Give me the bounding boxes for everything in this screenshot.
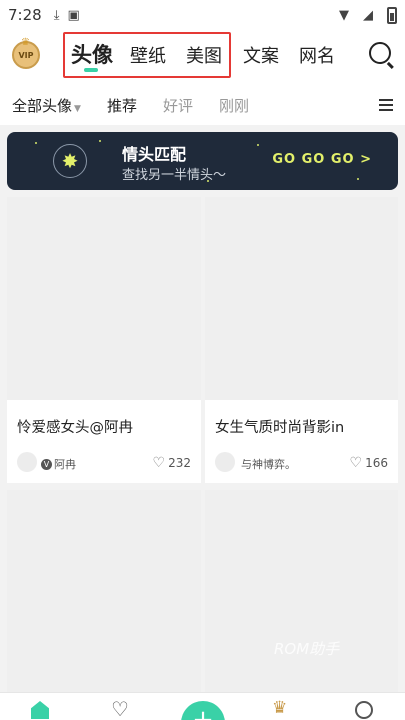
- banner-cta: GO GO GO >: [272, 152, 372, 167]
- highlight-box: [63, 32, 231, 78]
- caret-down-icon: ▼: [74, 103, 81, 114]
- filter-all-avatars-label: 全部头像: [12, 96, 73, 115]
- battery-icon: [387, 6, 397, 24]
- card-author[interactable]: V 阿冉: [41, 456, 76, 472]
- heart-icon: ♡: [349, 455, 363, 471]
- like-count-value: 166: [365, 456, 388, 470]
- filter-latest[interactable]: 刚刚: [219, 95, 249, 116]
- verified-icon: V: [41, 458, 52, 470]
- vip-label: VIP: [18, 50, 34, 60]
- top-nav: ♛ VIP 头像 壁纸 美图 文案 网名: [0, 30, 405, 85]
- tab-nickname[interactable]: 网名: [299, 42, 335, 68]
- filter-bar: 全部头像 ▼ 推荐 好评 刚刚: [0, 85, 405, 125]
- tab-copywriting[interactable]: 文案: [243, 42, 279, 68]
- avatar-card[interactable]: [7, 490, 201, 692]
- watermark: ROM助手: [274, 640, 340, 658]
- avatar-card[interactable]: 女生气质时尚背影in 与神博弈。 ♡ 166: [205, 197, 398, 483]
- menu-icon[interactable]: [379, 99, 393, 111]
- couple-avatar-banner[interactable]: ✸ 情头匹配 查找另一半情头～ GO GO GO >: [7, 132, 398, 190]
- profile-icon[interactable]: [355, 701, 373, 719]
- card-title: 怜爱感女头@阿冉: [17, 420, 133, 436]
- card-title: 女生气质时尚背影in: [215, 420, 345, 436]
- bottom-nav: ♡ + ♛: [0, 692, 405, 720]
- crown-nav-icon[interactable]: ♛: [272, 698, 287, 718]
- status-time: 7:28: [8, 6, 42, 24]
- filter-all-avatars[interactable]: 全部头像 ▼: [12, 95, 81, 116]
- vip-avatar-button[interactable]: ♛ VIP: [12, 37, 40, 69]
- star-badge-icon: ✸: [53, 144, 87, 178]
- author-avatar: [17, 452, 37, 472]
- card-author-name: 阿冉: [54, 458, 76, 471]
- filter-top-rated[interactable]: 好评: [163, 95, 193, 116]
- banner-title: 情头匹配: [122, 145, 187, 164]
- home-icon[interactable]: [31, 701, 49, 719]
- like-count[interactable]: ♡ 232: [153, 455, 191, 471]
- like-count[interactable]: ♡ 166: [350, 455, 388, 471]
- heart-icon: ♡: [152, 455, 166, 471]
- a-icon: ▣: [67, 7, 80, 23]
- filter-recommend[interactable]: 推荐: [107, 95, 137, 116]
- download-icon: ⤓: [53, 7, 60, 23]
- card-thumbnail: [7, 490, 201, 692]
- card-author[interactable]: 与神博弈。: [241, 456, 296, 472]
- search-icon[interactable]: [369, 42, 391, 64]
- card-thumbnail: [205, 490, 398, 692]
- wifi-icon: ▼: [339, 7, 349, 23]
- signal-icon: ◢: [363, 7, 373, 23]
- like-count-value: 232: [168, 456, 191, 470]
- heart-nav-icon[interactable]: ♡: [111, 697, 129, 720]
- card-author-name: 与神博弈。: [241, 458, 296, 471]
- author-avatar: [215, 452, 235, 472]
- status-bar: 7:28 ⤓ ▣ ▼ ◢: [0, 0, 405, 30]
- card-thumbnail: [7, 197, 201, 400]
- banner-subtitle: 查找另一半情头～: [122, 168, 227, 183]
- card-thumbnail: [205, 197, 398, 400]
- avatar-card[interactable]: [205, 490, 398, 692]
- crown-icon: ♛: [21, 37, 30, 48]
- add-button[interactable]: +: [181, 701, 225, 720]
- avatar-card[interactable]: 怜爱感女头@阿冉 V 阿冉 ♡ 232: [7, 197, 201, 483]
